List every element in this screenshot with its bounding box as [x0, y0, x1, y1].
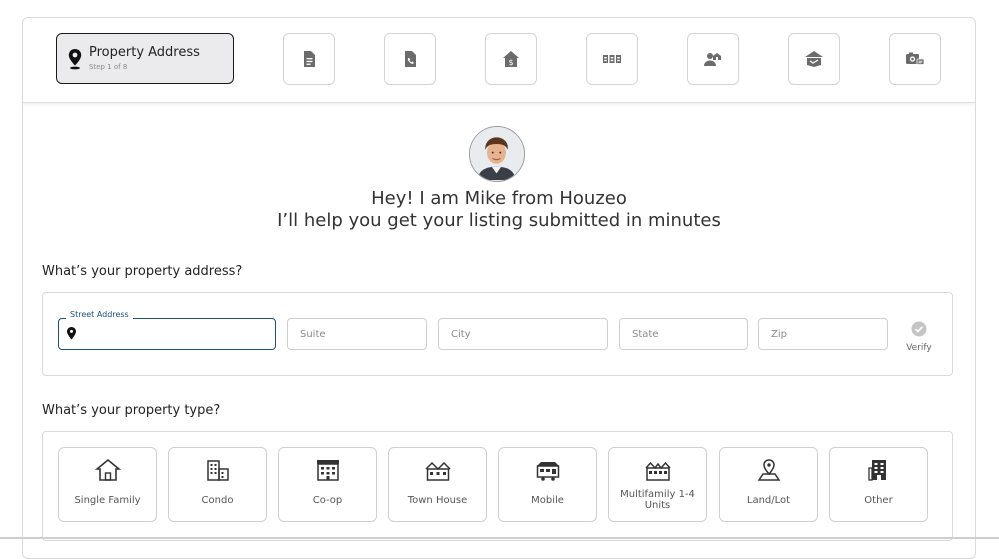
house-dollar-icon: $ [503, 51, 519, 67]
intro-subtitle: I’ll help you get your listing submitted… [277, 210, 721, 231]
verify-label: Verify [906, 343, 932, 353]
step-contact[interactable] [384, 33, 436, 85]
step-price[interactable]: $ [485, 33, 537, 85]
zip-field[interactable] [758, 318, 888, 350]
state-input[interactable] [620, 319, 747, 349]
address-question: What’s your property address? [42, 264, 243, 279]
step-document[interactable] [283, 33, 335, 85]
step-navigation: Property Address Step 1 of 8 $ [23, 18, 975, 103]
property-type-town-house[interactable]: Town House [388, 447, 487, 522]
option-label: Land/Lot [746, 494, 791, 506]
property-type-condo[interactable]: Condo [168, 447, 267, 522]
property-type-question: What’s your property type? [42, 403, 221, 418]
listing-wizard-card: Property Address Step 1 of 8 $ Hey! I am… [22, 17, 976, 559]
zip-input[interactable] [759, 319, 887, 349]
handshake-house-icon [805, 51, 823, 67]
property-type-multifamily[interactable]: Multifamily 1-4 Units [608, 447, 707, 522]
state-field[interactable] [619, 318, 748, 350]
phone-icon [405, 51, 416, 67]
agent-icon [704, 53, 721, 66]
city-input[interactable] [439, 319, 607, 349]
option-label: Mobile [531, 494, 564, 506]
street-address-label: Street Address [66, 310, 133, 319]
intro-greeting: Hey! I am Mike from Houzeo [371, 188, 627, 209]
street-address-field[interactable]: Street Address [58, 310, 276, 350]
condo-building-icon [206, 460, 229, 481]
option-label: Co-op [312, 494, 343, 506]
property-type-land-lot[interactable]: Land/Lot [719, 447, 818, 522]
step-agent[interactable] [687, 33, 739, 85]
location-pin-icon [68, 49, 82, 70]
multifamily-icon [644, 461, 671, 481]
agent-portrait-icon [470, 127, 523, 180]
tall-building-icon [867, 460, 886, 481]
city-field[interactable] [438, 318, 608, 350]
step-property-address[interactable]: Property Address Step 1 of 8 [56, 33, 234, 84]
property-type-mobile[interactable]: Mobile [498, 447, 597, 522]
option-label: Single Family [74, 494, 141, 506]
agent-avatar [469, 126, 525, 182]
step-title: Property Address [89, 45, 200, 60]
check-circle-icon [911, 321, 927, 337]
property-type-co-op[interactable]: Co-op [278, 447, 377, 522]
land-pin-icon [757, 459, 780, 481]
property-type-other[interactable]: Other [829, 447, 928, 522]
property-type-single-family[interactable]: Single Family [58, 447, 157, 522]
street-address-input[interactable] [59, 319, 275, 349]
camera-icon [906, 52, 925, 65]
suite-input[interactable] [288, 319, 426, 349]
document-icon [304, 51, 315, 67]
suite-field[interactable] [287, 318, 427, 350]
step-photos[interactable] [889, 33, 941, 85]
option-label: Other [864, 494, 893, 506]
location-pin-icon [67, 327, 76, 340]
option-label: Town House [407, 494, 468, 506]
rooms-icon [603, 55, 621, 63]
house-icon [94, 458, 121, 481]
co-op-building-icon [316, 460, 339, 481]
step-rooms[interactable] [586, 33, 638, 85]
option-label: Condo [201, 494, 234, 506]
mobile-home-icon [536, 462, 559, 481]
step-offer[interactable] [788, 33, 840, 85]
step-counter: Step 1 of 8 [89, 63, 128, 71]
verify-button[interactable]: Verify [901, 321, 937, 353]
option-label: Multifamily 1-4 Units [620, 489, 695, 511]
svg-text:$: $ [508, 58, 513, 67]
town-house-icon [424, 461, 451, 481]
